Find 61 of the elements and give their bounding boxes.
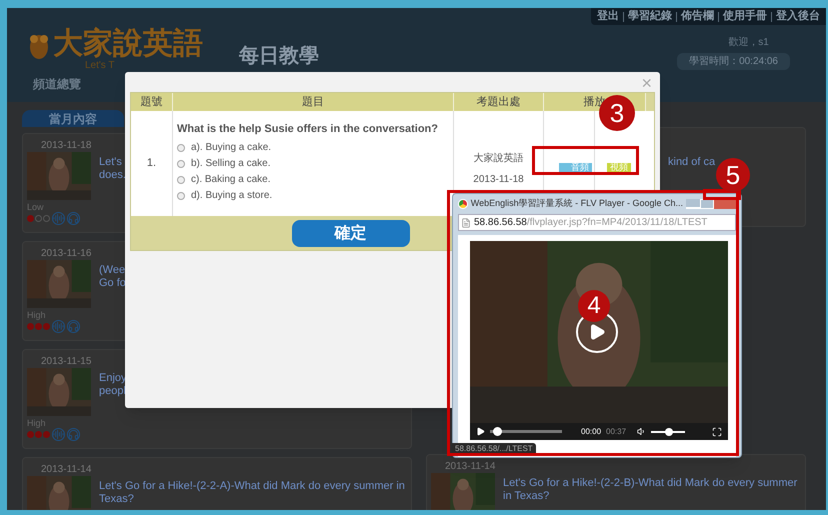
source-date: 2013-11-18 (473, 172, 524, 186)
address-url: 58.86.56.58/flvplayer.jsp?fn=MP4/2013/11/18/LTEST (474, 216, 708, 230)
play-icon[interactable] (476, 427, 485, 436)
column-header: 考題出處 (454, 93, 544, 111)
lesson-date: 2013-11-14 (444, 461, 496, 473)
column-header: 題號 (131, 93, 173, 111)
audio-icon[interactable] (52, 320, 65, 333)
welcome-text: 歡迎，s1 (727, 36, 769, 50)
radio-button[interactable] (177, 144, 185, 152)
answer-option[interactable]: a). Buying a cake. (177, 142, 453, 154)
study-time: 學習時間：00:24:06 (677, 53, 790, 70)
top-link[interactable]: 佈告欄 (681, 8, 714, 25)
question-number: 1. (131, 111, 173, 216)
audio-icon[interactable] (52, 428, 65, 441)
radio-button[interactable] (177, 176, 185, 184)
lesson-title[interactable]: does. (99, 169, 126, 182)
nav-link[interactable]: 頻道總覽 (33, 75, 81, 93)
confirm-button[interactable]: 確定 (292, 220, 410, 246)
answer-option[interactable]: c). Baking a cake. (177, 174, 453, 186)
page-icon (461, 218, 471, 228)
address-bar[interactable]: 58.86.56.58/flvplayer.jsp?fn=MP4/2013/11/18/LTEST (458, 214, 736, 231)
lesson-date: 2013-11-15 (40, 356, 92, 368)
headphones-icon[interactable] (67, 320, 80, 333)
panel-tab[interactable]: 當月內容 (22, 110, 124, 127)
lesson-date: 2013-11-16 (40, 248, 92, 260)
source-name: 大家說英語 (474, 152, 524, 166)
play-icon (588, 323, 606, 341)
top-link[interactable]: 使用手冊 (723, 8, 767, 25)
top-link[interactable]: 學習紀錄 (628, 8, 672, 25)
top-link[interactable]: 登出 (597, 8, 619, 25)
seek-bar[interactable] (490, 427, 562, 436)
browser-icon (458, 199, 468, 209)
lesson-title[interactable]: (Wee (99, 264, 126, 277)
question-text: What is the help Susie offers in the conversation? (177, 122, 439, 137)
lesson-title[interactable]: Let's Go for a Hike!-(2-2-B)-What did Mark do every summer in Texas? (503, 477, 801, 503)
fullscreen-icon[interactable] (712, 426, 722, 436)
volume-icon[interactable] (637, 427, 646, 436)
maximize-icon[interactable] (700, 199, 714, 209)
answer-option[interactable]: b). Selling a cake. (177, 158, 453, 170)
close-button[interactable]: × (641, 74, 652, 92)
logo-tagline: Let's T (84, 61, 116, 71)
radio-button[interactable] (177, 160, 185, 168)
top-link[interactable]: 登入後台 (776, 8, 820, 25)
lesson-title[interactable]: Enjoy (99, 372, 127, 385)
lesson-title[interactable]: Let's (99, 156, 126, 169)
headphones-icon[interactable] (67, 428, 80, 441)
headphones-icon[interactable] (67, 212, 80, 225)
volume-slider[interactable] (651, 428, 686, 436)
duration-time: 00:37 (606, 426, 626, 438)
site-logo[interactable]: 大家說英語 (53, 27, 203, 61)
lesson-title[interactable]: kind of ca (668, 156, 716, 169)
lesson-date: 2013-11-14 (40, 464, 92, 476)
lesson-title[interactable]: Let's Go for a Hike!-(2-2-A)-What did Mark do every summer in Texas? (99, 480, 407, 506)
window-title: WebEnglish學習評量系統 - FLV Player - Google Ch... (470, 197, 683, 210)
radio-button[interactable] (177, 192, 185, 200)
lesson-date: 2013-11-18 (40, 140, 92, 152)
section-title: 每日教學 (239, 44, 319, 69)
audio-icon[interactable] (52, 212, 65, 225)
elapsed-time: 00:00 (581, 426, 602, 438)
lesson-title[interactable]: peopl (99, 385, 127, 398)
column-header: 題目 (173, 93, 454, 111)
